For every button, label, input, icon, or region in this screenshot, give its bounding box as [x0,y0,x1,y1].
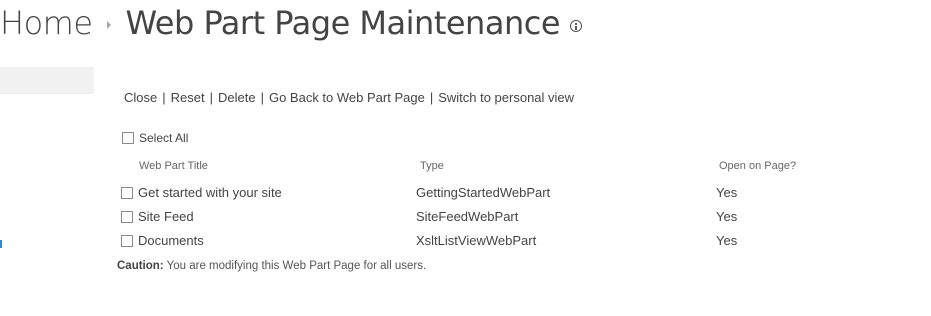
page-title: Web Part Page Maintenance [125,4,561,42]
page: Home Web Part Page Maintenance Close | Res… [0,0,931,316]
web-part-type: XsltListViewWebPart [416,233,537,248]
reset-link[interactable]: Reset [171,90,205,105]
toolbar-separator: | [162,90,166,105]
column-header-title: Web Part Title [139,160,208,172]
web-part-title: Site Feed [138,209,194,224]
triangle-right-icon [106,21,111,29]
close-link[interactable]: Close [124,90,157,105]
toolbar-separator: | [429,90,434,105]
info-icon[interactable] [570,20,582,32]
web-part-open-on-page: Yes [716,209,738,224]
switch-personal-view-link[interactable]: Switch to personal view [438,90,574,105]
web-part-type: GettingStartedWebPart [416,185,551,200]
web-part-title: Documents [138,233,204,248]
toolbar-separator: | [260,90,264,105]
caution-label: Caution: [117,260,164,272]
table-row-title: Get started with your site [121,185,282,200]
web-part-title: Get started with your site [138,185,282,200]
column-header-type: Type [420,160,444,172]
table-row-title: Site Feed [121,209,194,224]
table-row-title: Documents [121,233,204,248]
web-part-open-on-page: Yes [716,233,738,248]
toolbar-separator: | [209,90,213,105]
left-nav-placeholder [0,67,94,94]
row-checkbox[interactable] [121,234,133,247]
caution-text: You are modifying this Web Part Page for… [166,260,427,272]
web-part-type: SiteFeedWebPart [416,209,519,224]
caution-message: Caution: You are modifying this Web Part… [117,260,426,272]
row-checkbox[interactable] [121,186,133,199]
breadcrumb-home-link[interactable]: Home [0,4,93,42]
go-back-link[interactable]: Go Back to Web Part Page [269,90,425,105]
select-all-label: Select All [139,131,189,145]
web-part-open-on-page: Yes [716,185,738,200]
select-all-row: Select All [122,131,188,145]
page-header: Home Web Part Page Maintenance [0,0,582,46]
delete-link[interactable]: Delete [218,90,256,105]
select-all-checkbox[interactable] [122,132,134,144]
column-header-open: Open on Page? [719,160,797,172]
maintenance-toolbar: Close | Reset | Delete | Go Back to Web Part P… [124,90,574,105]
left-nav-marker [0,240,2,248]
row-checkbox[interactable] [121,210,133,223]
